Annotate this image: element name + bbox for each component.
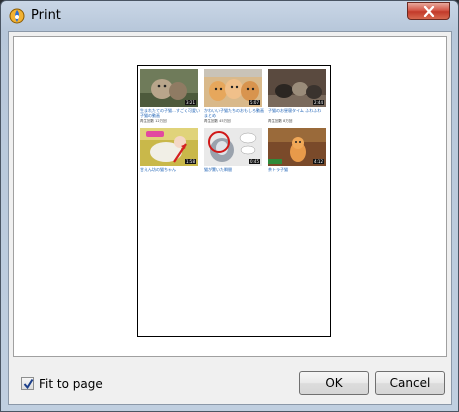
video-thumbnail: 2:44: [268, 69, 326, 107]
video-duration: 4:12: [313, 159, 324, 164]
video-meta: 再生回数 45万回: [204, 119, 231, 123]
video-duration: 0:45: [249, 159, 260, 164]
video-thumbnail: 1:58: [140, 128, 198, 166]
title-bar[interactable]: Print: [1, 1, 458, 31]
video-duration: 5:07: [249, 100, 260, 105]
close-icon: [423, 6, 435, 17]
app-icon: [9, 8, 25, 24]
preview-page: 3:21 生まれたての子猫…すごく可愛い子猫の動画 再生回数 12万回 5:07…: [137, 65, 331, 337]
video-duration: 1:58: [185, 159, 196, 164]
video-thumbnail: 3:21: [140, 69, 198, 107]
video-thumbnail: 4:12: [268, 128, 326, 166]
video-meta: 再生回数 12万回: [140, 119, 167, 123]
video-title: 茶トラ子猫: [268, 167, 288, 172]
video-duration: 2:44: [313, 100, 324, 105]
fit-to-page-label[interactable]: Fit to page: [39, 377, 103, 391]
video-thumbnail: 0:45: [204, 128, 262, 166]
video-title: かわいい子猫たちのおもしろ動画まとめ: [204, 108, 264, 118]
print-preview-area: 3:21 生まれたての子猫…すごく可愛い子猫の動画 再生回数 12万回 5:07…: [13, 36, 447, 357]
fit-to-page-checkbox[interactable]: [21, 377, 34, 390]
video-title: 子猫のお昼寝タイム ふわふわ: [268, 108, 322, 113]
dialog-client-area: 3:21 生まれたての子猫…すごく可愛い子猫の動画 再生回数 12万回 5:07…: [8, 31, 452, 405]
video-meta: 再生回数 8万回: [268, 119, 293, 123]
cancel-button[interactable]: Cancel: [375, 371, 445, 395]
print-dialog-window: Print 3:21 生まれたての子猫…すごく可愛い子猫の動画 再生回数 12万…: [0, 0, 459, 412]
video-title: 生まれたての子猫…すごく可愛い子猫の動画: [140, 108, 200, 118]
close-button[interactable]: [407, 2, 450, 20]
video-thumbnail: 5:07: [204, 69, 262, 107]
video-duration: 3:21: [185, 100, 196, 105]
video-title: 猫が驚いた瞬間: [204, 167, 232, 172]
ok-button[interactable]: OK: [299, 371, 369, 395]
window-title: Print: [31, 8, 61, 23]
checkmark-icon: [23, 378, 34, 390]
video-title: 甘えん坊の猫ちゃん: [140, 167, 176, 172]
